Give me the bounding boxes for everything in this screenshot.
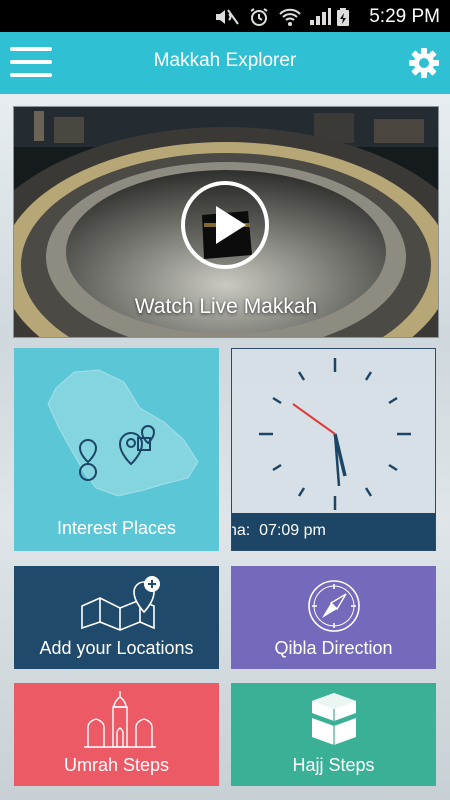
hajj-steps-label: Hajj Steps [292,755,375,775]
map-add-pin-icon [81,576,160,631]
battery-charging-icon [337,8,349,26]
app-title: Makkah Explorer [153,50,297,71]
play-icon[interactable] [180,180,270,270]
clock-time-bar: na: 07:09 pm [232,513,435,550]
clock-tile[interactable]: na: 07:09 pm [231,348,436,551]
mute-icon [216,9,239,25]
signal-icon [310,8,331,25]
clock-time: 07:09 pm [259,522,326,539]
wifi-icon [279,8,301,26]
status-time: 5:29 PM [369,6,440,27]
compass-icon [308,580,360,632]
umrah-steps-label: Umrah Steps [63,755,170,775]
mosque-icon [84,691,156,748]
add-locations-label: Add your Locations [39,638,194,658]
status-bar: 5:29 PM [0,0,450,32]
kaaba-icon [312,693,356,745]
qibla-direction-label: Qibla Direction [274,638,393,658]
add-locations-tile[interactable]: Add your Locations [14,566,219,669]
umrah-steps-tile[interactable]: Umrah Steps [14,683,219,786]
qibla-direction-tile[interactable]: Qibla Direction [231,566,436,669]
live-video-card[interactable]: Watch Live Makkah [13,106,439,338]
video-caption: Watch Live Makkah [134,295,318,318]
hajj-steps-tile[interactable]: Hajj Steps [231,683,436,786]
interest-places-tile[interactable]: Interest Places [14,348,219,551]
saudi-map-pins-icon [47,369,199,497]
gear-icon[interactable] [406,45,442,81]
interest-places-label: Interest Places [56,518,177,538]
analog-clock [259,358,411,510]
clock-prefix: na: [232,522,251,539]
app-bar: Makkah Explorer [0,32,450,94]
alarm-icon [250,8,268,26]
